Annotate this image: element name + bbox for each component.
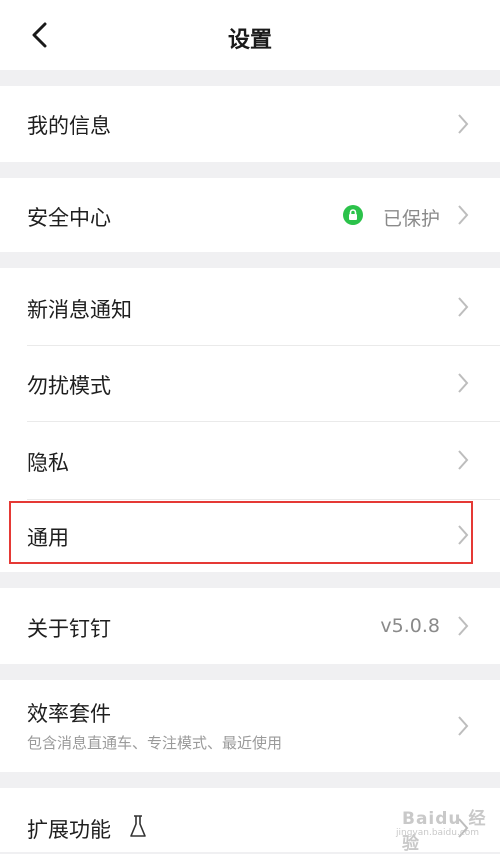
- row-about-label: 关于钉钉: [27, 617, 111, 641]
- flask-icon: [130, 815, 146, 837]
- lock-icon: [343, 205, 363, 225]
- row-my-info-label: 我的信息: [27, 114, 111, 138]
- row-security-center[interactable]: 安全中心 已保护: [0, 178, 500, 252]
- row-efficiency-suite-subtitle: 包含消息直通车、专注模式、最近使用: [27, 734, 283, 752]
- highlight-box: [9, 501, 473, 564]
- chevron-right-icon: [458, 450, 469, 470]
- row-privacy[interactable]: 隐私: [0, 422, 500, 500]
- row-privacy-label: 隐私: [27, 451, 69, 475]
- chevron-right-icon: [458, 373, 469, 393]
- row-security-center-label: 安全中心: [27, 206, 111, 230]
- watermark-url: jingyan.baidu.com: [396, 828, 480, 838]
- chevron-right-icon: [458, 297, 469, 317]
- security-status: 已保护: [382, 208, 440, 230]
- row-extensions-label: 扩展功能: [27, 818, 111, 842]
- version-text: v5.0.8: [380, 615, 440, 637]
- chevron-right-icon: [458, 114, 469, 134]
- row-notifications-label: 新消息通知: [27, 298, 132, 322]
- chevron-right-icon: [458, 205, 469, 225]
- row-efficiency-suite-label: 效率套件: [27, 702, 111, 726]
- nav-bar: 设置: [0, 0, 500, 70]
- row-do-not-disturb-label: 勿扰模式: [27, 374, 111, 398]
- row-about[interactable]: 关于钉钉 v5.0.8: [0, 588, 500, 664]
- chevron-right-icon: [458, 616, 469, 636]
- watermark-logo: Baidu 经验 jingyan.baidu.com: [386, 798, 490, 854]
- chevron-right-icon: [458, 716, 469, 736]
- row-notifications[interactable]: 新消息通知: [0, 268, 500, 346]
- row-my-info[interactable]: 我的信息: [0, 86, 500, 162]
- page-title: 设置: [227, 28, 272, 53]
- row-do-not-disturb[interactable]: 勿扰模式: [0, 346, 500, 422]
- row-efficiency-suite[interactable]: 效率套件 包含消息直通车、专注模式、最近使用: [0, 680, 500, 772]
